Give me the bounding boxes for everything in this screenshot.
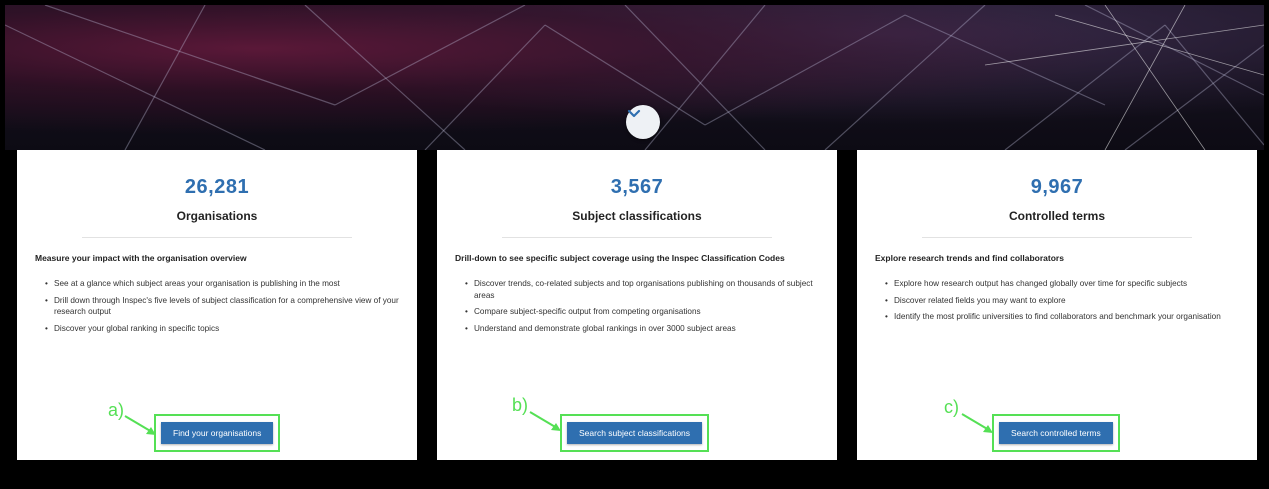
feature-list: Explore how research output has changed … <box>875 278 1239 323</box>
card-title: Controlled terms <box>1008 209 1105 223</box>
annotation-arrow-icon <box>529 411 561 431</box>
highlight-box: Find your organisations <box>154 414 281 452</box>
card-count: 9,967 <box>1030 176 1084 198</box>
highlight-box: Search subject classifications <box>560 414 710 452</box>
card-lead: Explore research trends and find collabo… <box>875 253 1064 263</box>
divider <box>502 237 772 238</box>
annotation-arrow-icon <box>961 413 993 433</box>
search-controlled-terms-button[interactable]: Search controlled terms <box>999 422 1113 444</box>
list-item: Drill down through Inspec's five levels … <box>45 295 399 318</box>
hero-banner <box>5 5 1264 150</box>
card-lead: Drill-down to see specific subject cover… <box>455 253 785 263</box>
list-item: Explore how research output has changed … <box>885 278 1239 290</box>
organisations-card: 26,281 Organisations Measure your impact… <box>17 150 417 460</box>
card-title: Subject classifications <box>572 209 702 223</box>
feature-list: Discover trends, co-related subjects and… <box>455 278 819 334</box>
divider <box>82 237 352 238</box>
list-item: Compare subject-specific output from com… <box>465 306 819 318</box>
annotation-label-c: c) <box>944 397 959 417</box>
card-count: 3,567 <box>610 176 664 198</box>
list-item: Understand and demonstrate global rankin… <box>465 323 819 335</box>
list-item: Discover your global ranking in specific… <box>45 323 399 335</box>
list-item: See at a glance which subject areas your… <box>45 278 399 290</box>
annotation-label-b: b) <box>512 395 529 415</box>
subject-classifications-card: 3,567 Subject classifications Drill-down… <box>437 150 837 460</box>
card-title: Organisations <box>176 209 258 223</box>
divider <box>922 237 1192 238</box>
feature-list: See at a glance which subject areas your… <box>35 278 399 334</box>
search-subject-classifications-button[interactable]: Search subject classifications <box>567 422 703 444</box>
list-item: Identify the most prolific universities … <box>885 311 1239 323</box>
card-lead: Measure your impact with the organisatio… <box>35 253 247 263</box>
annotation-arrow-icon <box>124 415 156 435</box>
controlled-terms-card: 9,967 Controlled terms Explore research … <box>857 150 1257 460</box>
chevron-down-icon <box>627 109 641 118</box>
scroll-down-button[interactable] <box>626 105 660 139</box>
highlight-box: Search controlled terms <box>992 414 1120 452</box>
list-item: Discover related fields you may want to … <box>885 295 1239 307</box>
card-count: 26,281 <box>184 176 250 198</box>
find-organisations-button[interactable]: Find your organisations <box>161 422 274 444</box>
list-item: Discover trends, co-related subjects and… <box>465 278 819 301</box>
